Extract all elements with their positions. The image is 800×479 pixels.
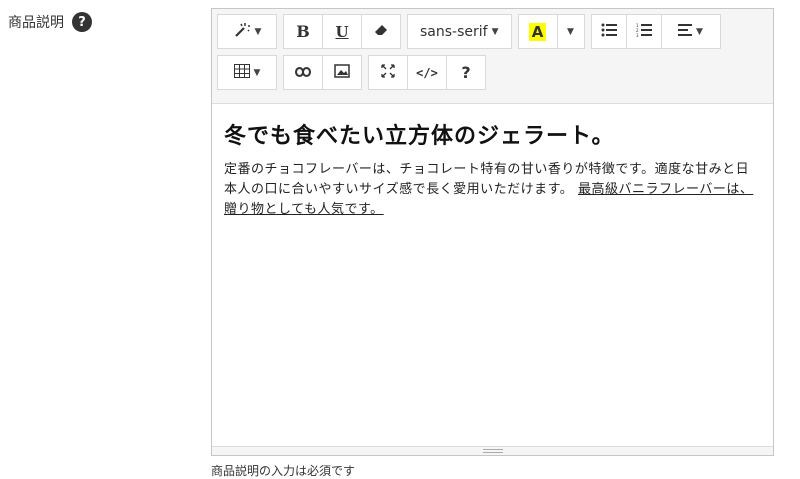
font-family-dropdown[interactable]: sans-serif ▼ — [407, 14, 512, 49]
eraser-button[interactable] — [361, 14, 401, 49]
link-icon — [295, 65, 311, 81]
chevron-down-icon: ▼ — [253, 67, 261, 78]
highlight-icon: A — [528, 22, 547, 41]
table-icon — [233, 63, 250, 82]
underline-button[interactable]: U — [322, 14, 362, 49]
align-icon — [678, 23, 693, 40]
help-icon[interactable]: ? — [72, 12, 92, 32]
highlight-color-button[interactable]: A — [517, 14, 558, 49]
svg-text:3: 3 — [636, 33, 639, 37]
unordered-list-icon — [601, 23, 617, 41]
ordered-list-icon: 123 — [636, 23, 652, 41]
ordered-list-button[interactable]: 123 — [625, 14, 662, 49]
rich-text-editor[interactable]: ▼ B U sans-serif ▼ A ▼ 1 2 3 ▼ ▼ </> ? 冬… — [211, 8, 774, 456]
content-paragraph[interactable]: 定番のチョコフレーバーは、チョコレート特有の甘い香りが特徴です。適度な甘みと日本… — [224, 160, 761, 220]
font-family-value: sans-serif — [420, 23, 488, 40]
magic-wand-icon — [233, 21, 251, 43]
eraser-icon — [374, 23, 388, 41]
chevron-down-icon: ▼ — [254, 26, 262, 37]
toolbar-row-2: ▼ </> ? — [217, 55, 773, 90]
field-label: 商品説明 ? — [8, 12, 92, 32]
bold-button[interactable]: B — [283, 14, 323, 49]
chevron-down-icon: ▼ — [567, 26, 574, 37]
field-label-text: 商品説明 — [8, 15, 64, 31]
magic-wand-dropdown[interactable]: ▼ — [217, 14, 277, 49]
editor-toolbar: ▼ B U sans-serif ▼ A ▼ 1 2 3 ▼ ▼ </> ? — [212, 9, 773, 104]
chevron-down-icon: ▼ — [696, 26, 703, 37]
link-button[interactable] — [283, 55, 323, 90]
fullscreen-button[interactable] — [368, 55, 408, 90]
image-icon — [334, 63, 350, 82]
footer-text: 商品説明の入力は必須です — [211, 464, 356, 478]
chevron-down-icon: ▼ — [491, 26, 499, 37]
grip-icon — [482, 449, 503, 453]
help-button[interactable]: ? — [446, 55, 486, 90]
resize-handle[interactable] — [212, 446, 773, 455]
unordered-list-button[interactable] — [590, 14, 627, 49]
table-dropdown[interactable]: ▼ — [217, 55, 277, 90]
code-view-button[interactable]: </> — [407, 55, 447, 90]
align-dropdown[interactable]: ▼ — [660, 14, 721, 49]
editor-content[interactable]: 冬でも食べたい立方体のジェラート。 定番のチョコフレーバーは、チョコレート特有の… — [212, 104, 773, 220]
image-button[interactable] — [322, 55, 362, 90]
content-heading[interactable]: 冬でも食べたい立方体のジェラート。 — [224, 118, 761, 150]
toolbar-row-1: ▼ B U sans-serif ▼ A ▼ 1 2 3 ▼ — [217, 14, 773, 49]
fullscreen-icon — [381, 63, 395, 82]
highlight-color-dropdown[interactable]: ▼ — [556, 14, 585, 49]
